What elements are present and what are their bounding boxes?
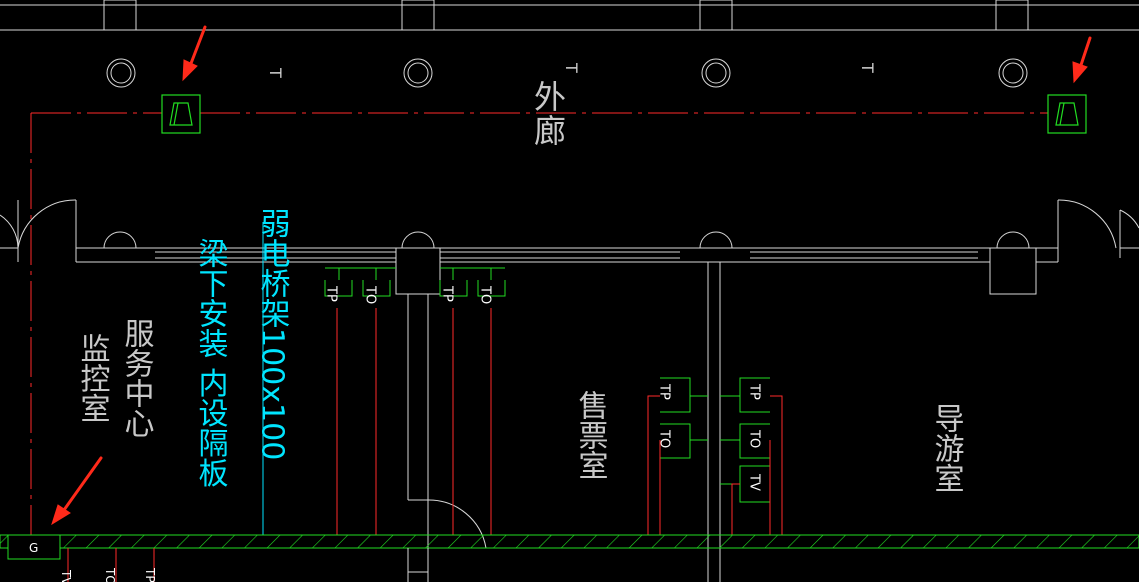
outlet-label: TO <box>363 285 378 304</box>
room-label-guide: 导游室 <box>929 403 964 493</box>
annotation-arrow-icon <box>51 456 103 526</box>
outlet-label: TV <box>59 569 73 582</box>
outlet-label: TV <box>747 473 762 491</box>
outlet-group-bottom: TV TO TP <box>59 548 157 582</box>
outlet-label: TO <box>657 429 672 448</box>
outlet-label: TP <box>657 383 672 400</box>
top-structure <box>0 0 1139 31</box>
outlet-label: TO <box>103 567 117 582</box>
t-mark: T <box>266 67 285 78</box>
outlet-label: TO <box>478 285 493 304</box>
outlet-label: TP <box>440 285 455 302</box>
outlet-group-center: TP TO TP TO TV <box>647 377 783 535</box>
corridor-wiring <box>30 112 1048 535</box>
hatched-wall: G <box>0 534 1139 582</box>
annotation-arrow-icon <box>1072 36 1092 84</box>
t-mark: T <box>562 62 581 73</box>
g-mark: G <box>29 541 38 555</box>
t-mark: T <box>858 62 877 73</box>
outlet-label: TP <box>747 383 762 400</box>
outlet-label: TP <box>143 567 157 582</box>
cad-floor-plan: T T T 外廊 弱电桥架100x100 梁下安装 内设隔板 服务中心 监控室 … <box>0 0 1139 582</box>
corridor-label: 外廊 <box>529 80 567 148</box>
main-wall <box>0 200 1139 582</box>
room-label-service-center: 服务中心 <box>119 318 154 438</box>
cable-tray-note: 梁下安装 内设隔板 <box>193 238 229 488</box>
outlet-group-left: TP TO TP TO <box>324 267 506 535</box>
annotation-arrow-icon <box>182 25 207 82</box>
speaker-icon <box>161 94 201 134</box>
cable-tray-note: 弱电桥架100x100 <box>255 208 291 460</box>
outlet-label: TO <box>747 429 762 448</box>
speaker-icon <box>1047 94 1087 134</box>
room-label-ticket: 售票室 <box>573 390 609 480</box>
room-label-monitor: 监控室 <box>75 333 111 423</box>
outlet-label: TP <box>324 285 339 302</box>
